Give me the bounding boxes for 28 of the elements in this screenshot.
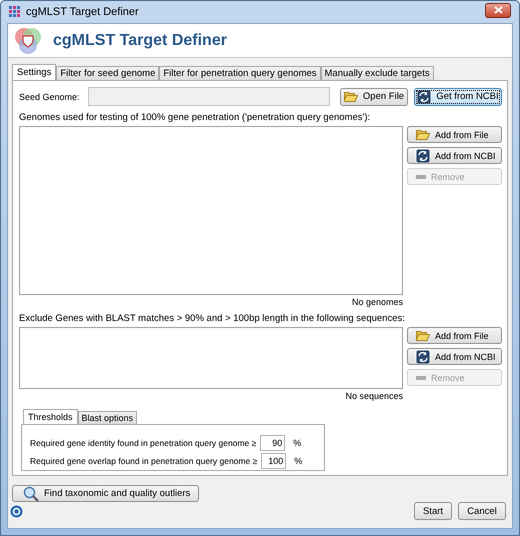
tab[interactable]: Settings bbox=[12, 64, 56, 80]
tab[interactable]: Filter for seed genome bbox=[56, 66, 160, 80]
empty-list-note: No genomes bbox=[350, 296, 403, 309]
add-file-button[interactable]: Add from File bbox=[407, 126, 502, 143]
ncbi-button[interactable]: Get from NCBI bbox=[414, 88, 502, 106]
section-label: Exclude Genes with BLAST matches > 90% and > 100bp length in the following sequences: bbox=[19, 313, 406, 324]
unit-label: % bbox=[294, 456, 302, 466]
add-ncbi-button[interactable]: Add from NCBI bbox=[407, 147, 502, 164]
threshold-label: Required gene identity found in penetration query genome ≥ bbox=[30, 437, 256, 449]
tab[interactable]: Manually exclude targets bbox=[320, 66, 434, 80]
empty-list-note: No sequences bbox=[344, 390, 403, 403]
tab[interactable]: Filter for penetration query genomes bbox=[159, 66, 321, 80]
start-button[interactable]: Start bbox=[414, 502, 452, 520]
add-file-button[interactable]: Add from File bbox=[407, 327, 502, 344]
section-label: Genomes used for testing of 100% gene penetration ('penetration query genomes'): bbox=[19, 112, 372, 123]
threshold-field[interactable]: 100 bbox=[261, 453, 286, 469]
field-label: Seed Genome: bbox=[19, 92, 80, 102]
app-title: cgMLST Target Definer bbox=[53, 32, 227, 50]
add-ncbi-button[interactable]: Add from NCBI bbox=[407, 348, 502, 365]
open-file-button[interactable]: Open File bbox=[340, 88, 408, 106]
threshold-field[interactable]: 90 bbox=[260, 435, 286, 451]
cancel-button[interactable]: Cancel bbox=[458, 502, 506, 520]
outliers-button[interactable]: Find taxonomic and quality outliers bbox=[12, 485, 200, 502]
tab[interactable]: Thresholds bbox=[23, 409, 78, 424]
window-title: cgMLST Target Definer bbox=[26, 6, 140, 18]
unit-label: % bbox=[293, 438, 302, 448]
threshold-label: Required gene overlap found in penetration query genome ≥ bbox=[30, 455, 258, 467]
tab[interactable]: Blast options bbox=[78, 411, 138, 424]
